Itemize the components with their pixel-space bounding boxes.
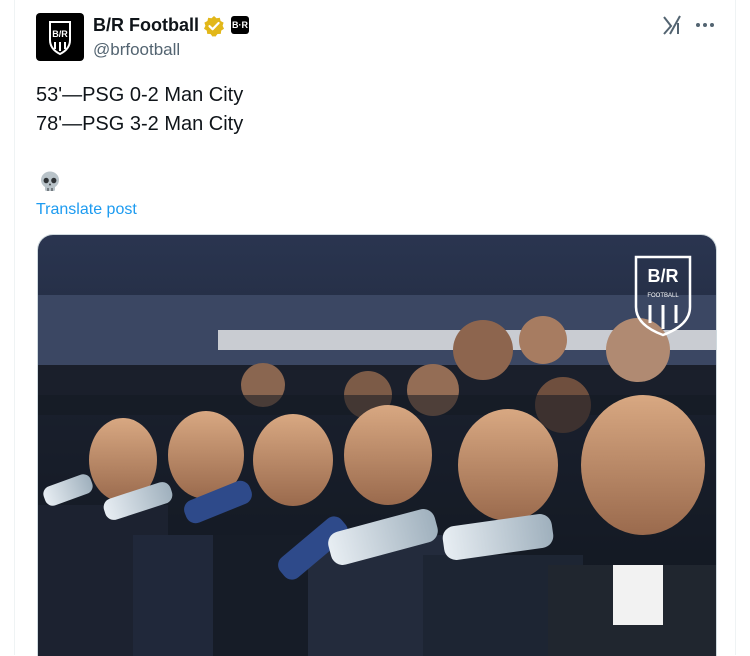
- skull-emoji-icon: [41, 171, 59, 191]
- tweet-text-line-2: 78'—PSG 3-2 Man City: [36, 113, 244, 135]
- watermark-sub-text: FOOTBALL: [647, 293, 679, 299]
- more-options-icon[interactable]: [692, 12, 718, 38]
- author-avatar[interactable]: B/R: [36, 13, 84, 61]
- avatar-logo-text: B/R: [52, 29, 68, 39]
- author-handle[interactable]: @brfootball: [93, 39, 180, 61]
- media-photo: B/R FOOTBALL: [38, 235, 716, 656]
- tweet-media-image[interactable]: B/R FOOTBALL: [37, 234, 717, 656]
- affiliate-badge[interactable]: B·R: [231, 16, 249, 34]
- grok-icon[interactable]: [661, 14, 683, 36]
- verified-badge-icon[interactable]: [203, 15, 225, 37]
- translate-post-link[interactable]: Translate post: [36, 200, 137, 220]
- watermark-logo-text: B/R: [648, 266, 679, 286]
- author-display-name[interactable]: B/R Football: [93, 14, 199, 36]
- tweet-card[interactable]: B/R B/R Football B·R @brfootball 53'—PSG…: [14, 0, 736, 656]
- tweet-text-line-1: 53'—PSG 0-2 Man City: [36, 84, 244, 106]
